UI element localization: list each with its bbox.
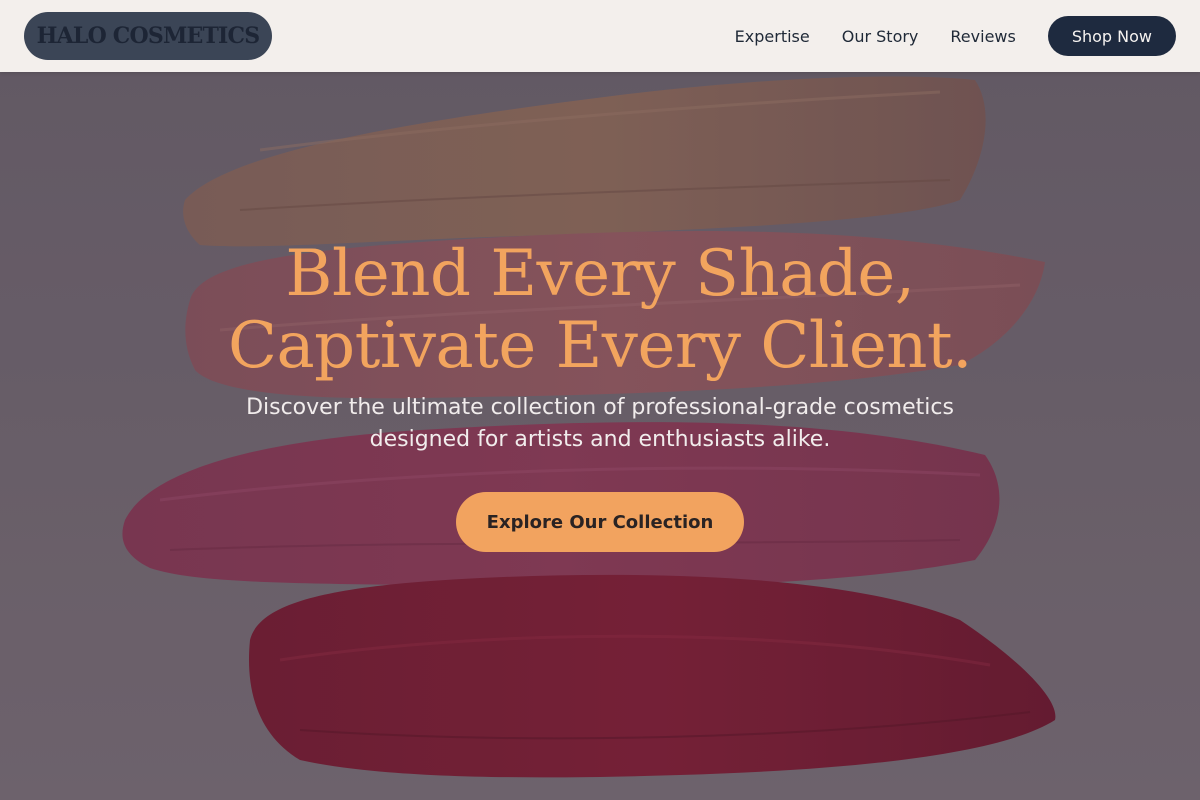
shop-now-button[interactable]: Shop Now [1047, 16, 1176, 56]
brand-logo-text: HALO COSMETICS [36, 23, 261, 49]
hero-title-line1: Blend Every Shade, [285, 237, 915, 311]
site-header: HALO COSMETICS Expertise Our Story Revie… [0, 0, 1200, 72]
hero-subtitle-line2: designed for artists and enthusiasts ali… [369, 427, 831, 452]
landing-page: HALO COSMETICS Expertise Our Story Revie… [0, 0, 1200, 800]
nav-link-our-story[interactable]: Our Story [842, 27, 919, 46]
hero-subtitle: Discover the ultimate collection of prof… [200, 392, 1000, 456]
main-nav: Expertise Our Story Reviews Shop Now [735, 16, 1176, 56]
brand-logo[interactable]: HALO COSMETICS [24, 12, 272, 60]
hero-title: Blend Every Shade, Captivate Every Clien… [0, 238, 1200, 382]
hero-title-line2: Captivate Every Client. [228, 309, 972, 383]
hero-subtitle-line1: Discover the ultimate collection of prof… [246, 395, 954, 420]
nav-link-reviews[interactable]: Reviews [950, 27, 1015, 46]
hero-section: Blend Every Shade, Captivate Every Clien… [0, 238, 1200, 552]
nav-link-expertise[interactable]: Expertise [735, 27, 810, 46]
explore-collection-button[interactable]: Explore Our Collection [456, 492, 744, 552]
